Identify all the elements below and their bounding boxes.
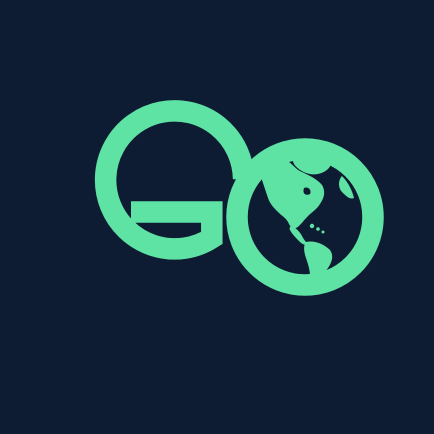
app-icon: GO: [0, 0, 434, 434]
globe-americas-icon: [226, 138, 384, 296]
letter-g: [94, 100, 255, 260]
go-globe-logo: [94, 100, 384, 296]
